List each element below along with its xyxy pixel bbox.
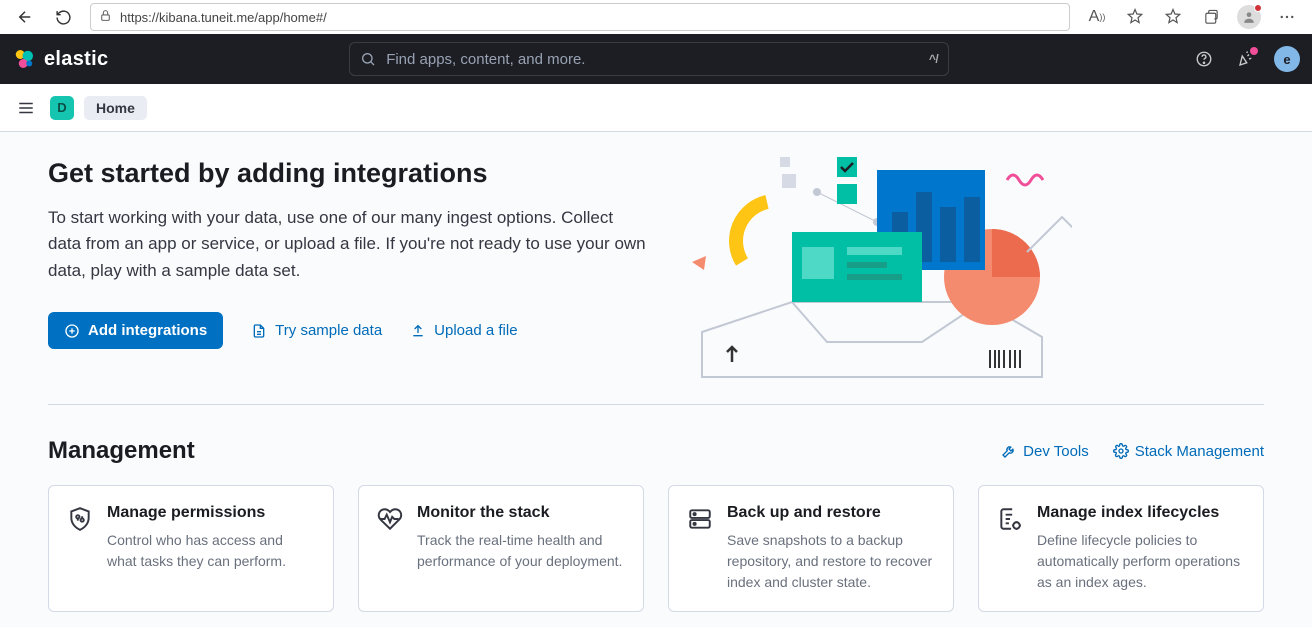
space-selector[interactable]: D [50, 96, 74, 120]
card-title: Monitor the stack [417, 504, 625, 522]
card-index-lifecycles[interactable]: Manage index lifecycles Define lifecycle… [978, 485, 1264, 612]
card-title: Back up and restore [727, 504, 935, 522]
management-cards: Manage permissions Control who has acces… [48, 485, 1264, 612]
dev-tools-link[interactable]: Dev Tools [1001, 443, 1089, 460]
space-initial: D [57, 100, 66, 115]
plus-circle-icon [64, 323, 80, 339]
hero-section: Get started by adding integrations To st… [48, 152, 1264, 405]
document-icon [251, 323, 267, 339]
try-sample-data-label: Try sample data [275, 322, 382, 339]
card-description: Track the real-time health and performan… [417, 530, 625, 572]
read-aloud-button[interactable]: A)) [1080, 2, 1114, 32]
help-icon [1195, 50, 1213, 68]
card-description: Control who has access and what tasks th… [107, 530, 315, 572]
card-title: Manage index lifecycles [1037, 504, 1245, 522]
help-button[interactable] [1190, 45, 1218, 73]
breadcrumb[interactable]: Home [84, 96, 147, 120]
storage-icon [687, 506, 713, 532]
card-backup-restore[interactable]: Back up and restore Save snapshots to a … [668, 485, 954, 612]
elastic-logo-icon [12, 47, 36, 71]
dev-tools-label: Dev Tools [1023, 443, 1089, 460]
management-header: Management Dev Tools Stack Management [48, 437, 1264, 465]
back-button[interactable] [8, 2, 42, 32]
upload-icon [410, 323, 426, 339]
upload-file-label: Upload a file [434, 322, 517, 339]
address-bar[interactable]: https://kibana.tuneit.me/app/home#/ [90, 3, 1070, 31]
refresh-button[interactable] [46, 2, 80, 32]
try-sample-data-link[interactable]: Try sample data [251, 322, 382, 339]
newsfeed-button[interactable] [1232, 45, 1260, 73]
nav-toggle-button[interactable] [12, 94, 40, 122]
favorites-button[interactable] [1156, 2, 1190, 32]
collections-icon [1203, 9, 1220, 26]
card-description: Define lifecycle policies to automatical… [1037, 530, 1245, 593]
page-content: Get started by adding integrations To st… [0, 132, 1312, 627]
stack-management-label: Stack Management [1135, 443, 1264, 460]
refresh-icon [55, 9, 72, 26]
brand-text: elastic [44, 48, 108, 71]
card-title: Manage permissions [107, 504, 315, 522]
upload-file-link[interactable]: Upload a file [410, 322, 517, 339]
star-plus-icon [1126, 8, 1144, 26]
more-button[interactable] [1270, 2, 1304, 32]
add-integrations-label: Add integrations [88, 322, 207, 339]
gear-icon [1113, 443, 1129, 459]
card-description: Save snapshots to a backup repository, a… [727, 530, 935, 593]
star-icon [1164, 8, 1182, 26]
hero-title: Get started by adding integrations [48, 158, 648, 189]
person-icon [1242, 10, 1256, 24]
add-integrations-button[interactable]: Add integrations [48, 312, 223, 349]
breadcrumb-label: Home [96, 100, 135, 116]
arrow-left-icon [16, 8, 34, 26]
card-manage-permissions[interactable]: Manage permissions Control who has acces… [48, 485, 334, 612]
collections-button[interactable] [1194, 2, 1228, 32]
favorite-add-button[interactable] [1118, 2, 1152, 32]
search-placeholder: Find apps, content, and more. [386, 51, 585, 68]
browser-toolbar: https://kibana.tuneit.me/app/home#/ A)) [0, 0, 1312, 34]
app-header: elastic Find apps, content, and more. ^/… [0, 34, 1312, 84]
management-heading: Management [48, 437, 195, 465]
hero-description: To start working with your data, use one… [48, 205, 648, 284]
user-initial: e [1283, 52, 1290, 67]
url-text: https://kibana.tuneit.me/app/home#/ [120, 10, 327, 25]
stack-management-link[interactable]: Stack Management [1113, 443, 1264, 460]
global-search[interactable]: Find apps, content, and more. ^/ [349, 42, 949, 76]
card-monitor-stack[interactable]: Monitor the stack Track the real-time he… [358, 485, 644, 612]
brand-logo[interactable]: elastic [12, 47, 108, 71]
index-settings-icon [997, 506, 1023, 532]
profile-button[interactable] [1232, 2, 1266, 32]
lock-icon [99, 9, 112, 25]
user-menu[interactable]: e [1274, 46, 1300, 72]
shield-icon [67, 506, 93, 532]
search-icon [360, 51, 376, 67]
wrench-icon [1001, 443, 1017, 459]
more-horizontal-icon [1278, 8, 1296, 26]
hero-illustration [672, 152, 1072, 382]
sub-header: D Home [0, 84, 1312, 132]
search-shortcut: ^/ [929, 52, 938, 66]
heartbeat-icon [377, 506, 403, 532]
hamburger-icon [17, 99, 35, 117]
